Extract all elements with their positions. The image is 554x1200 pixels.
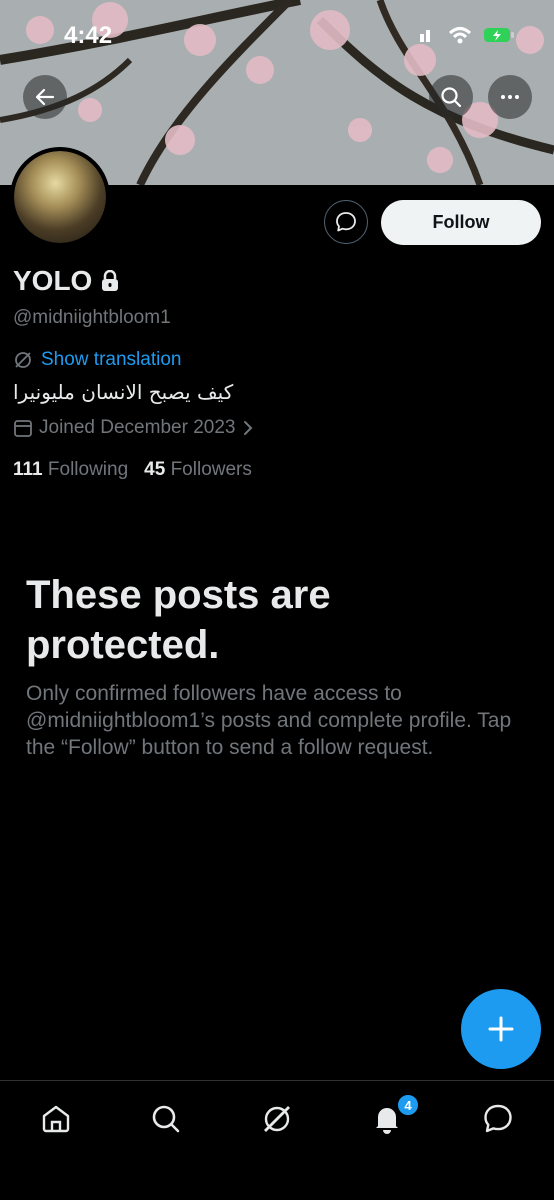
more-icon: [501, 95, 519, 99]
explore-icon: [152, 1105, 180, 1133]
following-count: 111: [13, 459, 43, 480]
tab-home[interactable]: [36, 1099, 76, 1139]
back-arrow-icon: [35, 88, 55, 106]
followers-label: Followers: [170, 459, 252, 480]
status-time: 4:42: [64, 22, 113, 49]
chat-icon: [484, 1104, 512, 1133]
profile-name-row: YOLO: [13, 265, 120, 297]
following-label: Following: [47, 459, 129, 480]
protected-title: These posts are protected.: [26, 573, 331, 667]
follow-button[interactable]: Follow: [381, 200, 541, 245]
avatar-image: [14, 151, 106, 243]
following-link[interactable]: 111 Following: [13, 459, 128, 481]
status-icons: [418, 26, 514, 44]
calendar-icon: [14, 420, 32, 437]
more-button[interactable]: [488, 75, 532, 119]
status-bar: 4:42: [0, 20, 554, 54]
grok-icon: [264, 1106, 290, 1132]
translate-label: Show translation: [41, 349, 182, 370]
search-button[interactable]: [429, 75, 473, 119]
search-icon: [441, 87, 462, 108]
translate-icon: [15, 352, 31, 368]
lock-icon: [102, 270, 119, 291]
joined-label: Joined December 2023: [39, 417, 236, 438]
tab-messages[interactable]: [478, 1099, 518, 1139]
battery-icon: [484, 28, 514, 42]
tab-grok[interactable]: [257, 1099, 297, 1139]
compose-button[interactable]: [461, 989, 541, 1069]
message-button[interactable]: [324, 200, 368, 244]
home-icon: [42, 1105, 70, 1133]
chevron-right-icon: [244, 421, 253, 435]
bottom-tab-bar: [0, 1080, 554, 1200]
avatar[interactable]: [10, 147, 110, 247]
joined-date[interactable]: Joined December 2023: [13, 417, 255, 439]
tab-explore[interactable]: [146, 1099, 186, 1139]
notifications-badge: 4: [396, 1093, 420, 1117]
profile-handle: @midniightbloom1: [13, 307, 171, 328]
follow-counts: 111 Following 45 Followers: [13, 459, 252, 481]
back-button[interactable]: [23, 75, 67, 119]
compose-plus-icon: [488, 1016, 514, 1042]
profile-bio: كيف يصبح الانسان مليونيرا: [13, 380, 234, 404]
signal-icon: [420, 30, 430, 42]
message-icon: [336, 212, 356, 232]
followers-count: 45: [144, 459, 166, 480]
wifi-icon: [448, 27, 472, 44]
protected-description: Only confirmed followers have access to …: [26, 682, 512, 759]
profile-name: YOLO: [13, 265, 93, 296]
show-translation-link[interactable]: Show translation: [13, 349, 181, 371]
followers-link[interactable]: 45 Followers: [144, 459, 252, 481]
